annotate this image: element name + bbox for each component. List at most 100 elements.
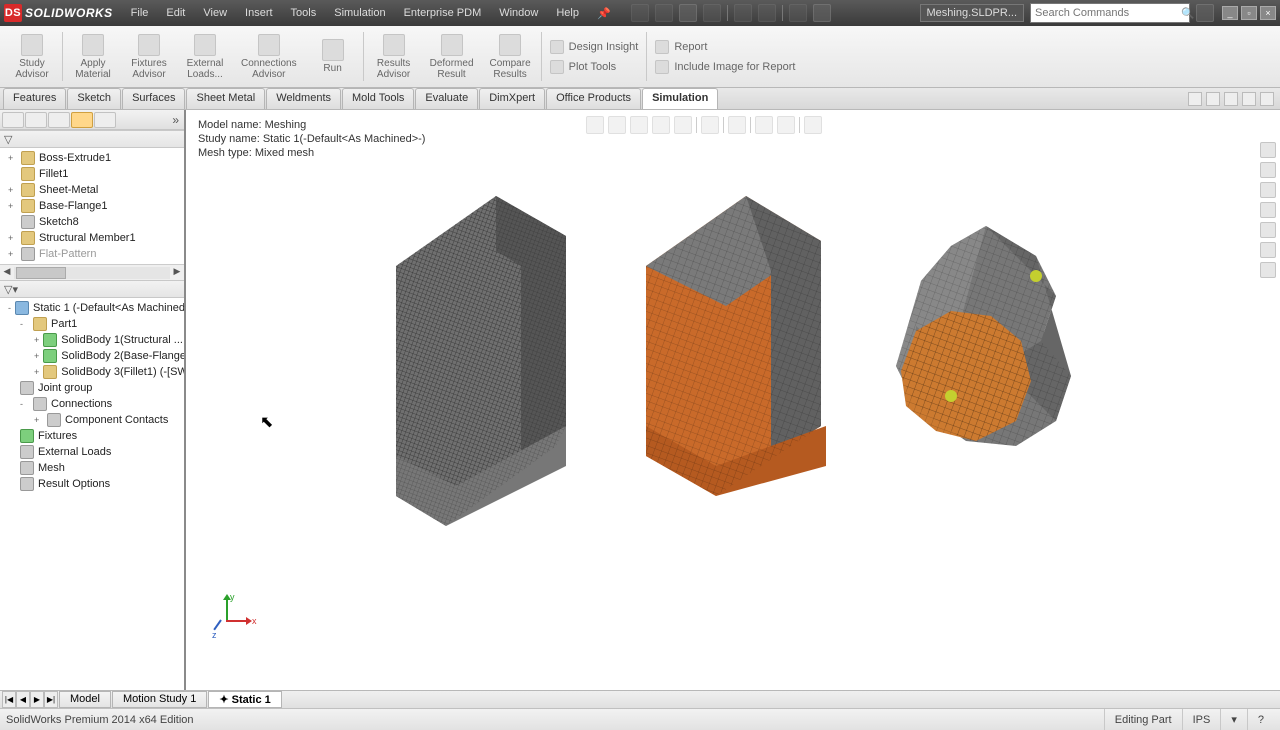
- scroll-thumb[interactable]: [16, 267, 66, 279]
- scroll-left-icon[interactable]: ◀: [0, 266, 14, 280]
- minimize-icon[interactable]: _: [1222, 6, 1238, 20]
- tab-model[interactable]: Model: [59, 691, 111, 708]
- menu-epdm[interactable]: Enterprise PDM: [396, 4, 490, 23]
- help-icon[interactable]: [1196, 4, 1214, 22]
- new-icon[interactable]: [631, 4, 649, 22]
- study-body[interactable]: +SolidBody 2(Base-Flange1...: [0, 348, 184, 364]
- study-part[interactable]: -Part1: [0, 316, 184, 332]
- tab-dimxpert[interactable]: DimXpert: [479, 88, 545, 109]
- prev-view-icon[interactable]: [630, 116, 648, 134]
- report-button[interactable]: Report: [655, 38, 795, 56]
- study-body[interactable]: +SolidBody 3(Fillet1) (-[SW]: [0, 364, 184, 380]
- study-item[interactable]: Result Options: [0, 476, 184, 492]
- options-icon[interactable]: [813, 4, 831, 22]
- study-advisor-button[interactable]: Study Advisor: [4, 26, 60, 87]
- tab-next-icon[interactable]: ▶: [30, 691, 44, 708]
- tab-sketch[interactable]: Sketch: [67, 88, 121, 109]
- fixtures-advisor-button[interactable]: Fixtures Advisor: [121, 26, 177, 87]
- tab-office[interactable]: Office Products: [546, 88, 641, 109]
- tab-motion-study[interactable]: Motion Study 1: [112, 691, 207, 708]
- hide-show-icon[interactable]: [728, 116, 746, 134]
- tree-item[interactable]: +Boss-Extrude1: [0, 150, 184, 166]
- run-button[interactable]: Run: [305, 26, 361, 87]
- menu-pin-icon[interactable]: 📌: [589, 4, 619, 23]
- undo-icon[interactable]: [734, 4, 752, 22]
- vp-close-icon[interactable]: [1260, 92, 1274, 106]
- tree-item[interactable]: Sketch8: [0, 214, 184, 230]
- study-item[interactable]: Fixtures: [0, 428, 184, 444]
- menu-file[interactable]: File: [123, 4, 157, 23]
- dimxpert-tab-icon[interactable]: [71, 112, 93, 128]
- include-image-button[interactable]: Include Image for Report: [655, 58, 795, 76]
- study-item[interactable]: -Connections: [0, 396, 184, 412]
- tree-item[interactable]: +Flat-Pattern: [0, 246, 184, 262]
- menu-edit[interactable]: Edit: [158, 4, 193, 23]
- flyout-arrow-icon[interactable]: »: [172, 113, 182, 127]
- view-orient-icon[interactable]: [674, 116, 692, 134]
- study-item[interactable]: +Component Contacts: [0, 412, 184, 428]
- tab-evaluate[interactable]: Evaluate: [415, 88, 478, 109]
- external-loads-button[interactable]: External Loads...: [177, 26, 233, 87]
- study-item[interactable]: Joint group: [0, 380, 184, 396]
- menu-help[interactable]: Help: [548, 4, 587, 23]
- filter-bar[interactable]: ▽: [0, 130, 184, 148]
- study-item[interactable]: Mesh: [0, 460, 184, 476]
- vp-restore-icon[interactable]: [1242, 92, 1256, 106]
- section-icon[interactable]: [652, 116, 670, 134]
- study-root[interactable]: -Static 1 (-Default<As Machined>-): [0, 300, 184, 316]
- close-icon[interactable]: ×: [1260, 6, 1276, 20]
- search-input[interactable]: [1031, 7, 1181, 19]
- menu-window[interactable]: Window: [491, 4, 546, 23]
- apply-material-button[interactable]: Apply Material: [65, 26, 121, 87]
- h-scrollbar[interactable]: ◀▶: [0, 264, 184, 280]
- tab-simulation[interactable]: Simulation: [642, 88, 718, 109]
- search-icon[interactable]: 🔍: [1181, 7, 1195, 20]
- menu-insert[interactable]: Insert: [237, 4, 281, 23]
- view-settings-icon[interactable]: [804, 116, 822, 134]
- vp-ctrl-icon[interactable]: [1206, 92, 1220, 106]
- study-body[interactable]: +SolidBody 1(Structural ...: [0, 332, 184, 348]
- plot-tools-button[interactable]: Plot Tools: [550, 58, 639, 76]
- restore-icon[interactable]: ▫: [1241, 6, 1257, 20]
- tab-surfaces[interactable]: Surfaces: [122, 88, 185, 109]
- display-style-icon[interactable]: [701, 116, 719, 134]
- graphics-viewport[interactable]: Model name: Meshing Study name: Static 1…: [186, 110, 1280, 690]
- open-icon[interactable]: [655, 4, 673, 22]
- scene-icon[interactable]: [777, 116, 795, 134]
- search-commands[interactable]: 🔍: [1030, 3, 1190, 23]
- zoom-fit-icon[interactable]: [586, 116, 604, 134]
- tab-weldments[interactable]: Weldments: [266, 88, 341, 109]
- config-tab-icon[interactable]: [48, 112, 70, 128]
- scroll-right-icon[interactable]: ▶: [170, 266, 184, 280]
- results-advisor-button[interactable]: Results Advisor: [366, 26, 422, 87]
- property-tab-icon[interactable]: [25, 112, 47, 128]
- vp-minimize-icon[interactable]: [1224, 92, 1238, 106]
- menu-tools[interactable]: Tools: [283, 4, 325, 23]
- rebuild-icon[interactable]: [789, 4, 807, 22]
- appearances-icon[interactable]: [1260, 222, 1276, 238]
- document-name[interactable]: Meshing.SLDPR...: [920, 4, 1024, 22]
- vp-ctrl-icon[interactable]: [1188, 92, 1202, 106]
- tree-item[interactable]: +Sheet-Metal: [0, 182, 184, 198]
- menu-simulation[interactable]: Simulation: [326, 4, 393, 23]
- tree-item[interactable]: Fillet1: [0, 166, 184, 182]
- study-item[interactable]: External Loads: [0, 444, 184, 460]
- redo-icon[interactable]: [758, 4, 776, 22]
- compare-results-button[interactable]: Compare Results: [482, 26, 539, 87]
- tab-last-icon[interactable]: ▶|: [44, 691, 58, 708]
- view-palette-icon[interactable]: [1260, 202, 1276, 218]
- deformed-result-button[interactable]: Deformed Result: [422, 26, 482, 87]
- feature-tree-tab-icon[interactable]: [2, 112, 24, 128]
- orientation-triad[interactable]: y x z: [210, 596, 254, 640]
- file-explorer-icon[interactable]: [1260, 182, 1276, 198]
- tree-item[interactable]: +Base-Flange1: [0, 198, 184, 214]
- print-icon[interactable]: [703, 4, 721, 22]
- tab-prev-icon[interactable]: ◀: [16, 691, 30, 708]
- tab-sheetmetal[interactable]: Sheet Metal: [186, 88, 265, 109]
- design-library-icon[interactable]: [1260, 162, 1276, 178]
- save-icon[interactable]: [679, 4, 697, 22]
- resources-tab-icon[interactable]: [1260, 142, 1276, 158]
- zoom-area-icon[interactable]: [608, 116, 626, 134]
- connections-advisor-button[interactable]: Connections Advisor: [233, 26, 305, 87]
- design-insight-button[interactable]: Design Insight: [550, 38, 639, 56]
